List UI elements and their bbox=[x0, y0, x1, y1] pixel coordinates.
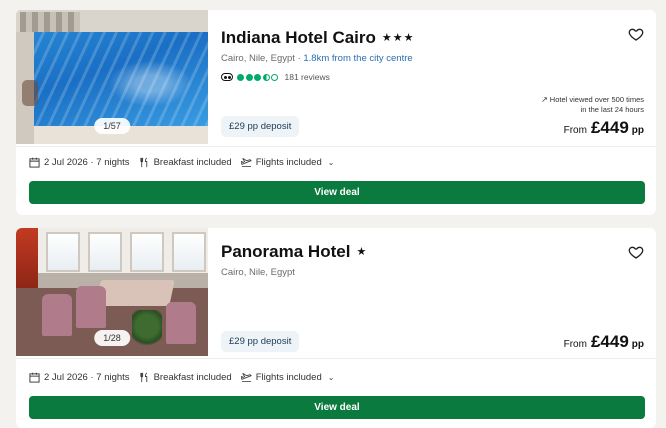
divider bbox=[16, 358, 656, 359]
window bbox=[172, 232, 206, 272]
flights-toggle[interactable]: Flights included bbox=[256, 157, 322, 168]
hotel-name-text: Indiana Hotel Cairo bbox=[221, 28, 376, 47]
window bbox=[88, 232, 122, 272]
hotel-location: Cairo, Nile, Egypt · 1.8km from the city… bbox=[221, 53, 413, 64]
view-deal-button[interactable]: View deal bbox=[29, 181, 645, 204]
rating-bubble-full bbox=[237, 73, 244, 81]
date-nights: 2 Jul 2026 · 7 nights bbox=[44, 372, 130, 383]
heart-outline-icon[interactable] bbox=[628, 26, 644, 42]
owl-icon bbox=[221, 73, 233, 81]
deposit-badge: £29 pp deposit bbox=[221, 116, 300, 137]
price-amount: £449 bbox=[590, 118, 629, 137]
sun-loungers bbox=[20, 12, 80, 32]
popularity-line-1: ↗ Hotel viewed over 500 times bbox=[541, 95, 644, 105]
board-basis: Breakfast included bbox=[153, 157, 232, 168]
rating-bubble-full bbox=[245, 73, 253, 81]
rating-bubble-half bbox=[262, 73, 270, 81]
price-from: From bbox=[563, 339, 587, 350]
price-block: From £449 pp bbox=[564, 118, 644, 138]
price-unit: pp bbox=[631, 339, 644, 350]
dining-chair bbox=[76, 286, 106, 328]
price-from: From bbox=[563, 125, 587, 136]
chevron-down-icon[interactable]: ⌄ bbox=[328, 373, 335, 382]
divider bbox=[16, 146, 656, 147]
dining-chair bbox=[166, 302, 196, 344]
price-block: From £449 pp bbox=[564, 332, 644, 352]
distance-link[interactable]: 1.8km from the city centre bbox=[303, 53, 412, 64]
deposit-badge: £29 pp deposit bbox=[221, 331, 300, 352]
plane-icon bbox=[240, 373, 252, 383]
photo-counter: 1/57 bbox=[94, 118, 130, 134]
tripadvisor-rating[interactable]: 181 reviews bbox=[221, 72, 330, 82]
hotel-photo[interactable]: 1/28 bbox=[16, 228, 208, 356]
trip-details: 2 Jul 2026 · 7 nights Breakfast included… bbox=[29, 157, 334, 168]
dining-chair bbox=[42, 294, 72, 336]
price-unit: pp bbox=[631, 125, 644, 136]
red-curtain bbox=[16, 228, 38, 288]
trip-details: 2 Jul 2026 · 7 nights Breakfast included… bbox=[29, 372, 334, 383]
cutlery-icon bbox=[139, 157, 147, 168]
hotel-photo[interactable]: 1/57 bbox=[16, 10, 208, 144]
rating-bubble-full bbox=[254, 73, 261, 81]
dining-table bbox=[95, 280, 175, 306]
hotel-location: Cairo, Nile, Egypt bbox=[221, 267, 295, 278]
review-count: 181 reviews bbox=[284, 72, 330, 82]
popularity-notice: ↗ Hotel viewed over 500 times in the last… bbox=[541, 95, 644, 114]
location-text: Cairo, Nile, Egypt bbox=[221, 267, 295, 278]
window bbox=[46, 232, 80, 272]
board-basis: Breakfast included bbox=[153, 372, 232, 383]
heart-outline-icon[interactable] bbox=[628, 244, 644, 260]
rating-bubble-empty bbox=[271, 73, 278, 81]
location-text: Cairo, Nile, Egypt bbox=[221, 53, 295, 64]
photo-counter: 1/28 bbox=[94, 330, 130, 346]
hotel-card[interactable]: 1/57 Indiana Hotel Cairo ★★★ Cairo, Nile,… bbox=[16, 10, 656, 215]
hotel-results-list: 1/57 Indiana Hotel Cairo ★★★ Cairo, Nile,… bbox=[0, 0, 666, 428]
date-nights: 2 Jul 2026 · 7 nights bbox=[44, 157, 130, 168]
hotel-card[interactable]: 1/28 Panorama Hotel ★ Cairo, Nile, Egypt … bbox=[16, 228, 656, 428]
star-rating: ★ bbox=[356, 246, 368, 258]
calendar-icon bbox=[29, 372, 40, 383]
trending-up-icon: ↗ bbox=[541, 95, 548, 104]
popularity-text-1: Hotel viewed over 500 times bbox=[549, 95, 644, 104]
view-deal-button[interactable]: View deal bbox=[29, 396, 645, 419]
price-amount: £449 bbox=[590, 332, 629, 351]
plane-icon bbox=[240, 158, 252, 168]
flights-toggle[interactable]: Flights included bbox=[256, 372, 322, 383]
plant bbox=[132, 310, 162, 350]
popularity-line-2: in the last 24 hours bbox=[580, 105, 644, 114]
cutlery-icon bbox=[139, 372, 147, 383]
chevron-down-icon[interactable]: ⌄ bbox=[328, 158, 335, 167]
window bbox=[130, 232, 164, 272]
hotel-name[interactable]: Indiana Hotel Cairo ★★★ bbox=[221, 28, 415, 48]
star-rating: ★★★ bbox=[381, 32, 415, 44]
hotel-name-text: Panorama Hotel bbox=[221, 242, 351, 261]
pool-guests bbox=[22, 80, 38, 106]
hotel-name[interactable]: Panorama Hotel ★ bbox=[221, 242, 367, 262]
calendar-icon bbox=[29, 157, 40, 168]
